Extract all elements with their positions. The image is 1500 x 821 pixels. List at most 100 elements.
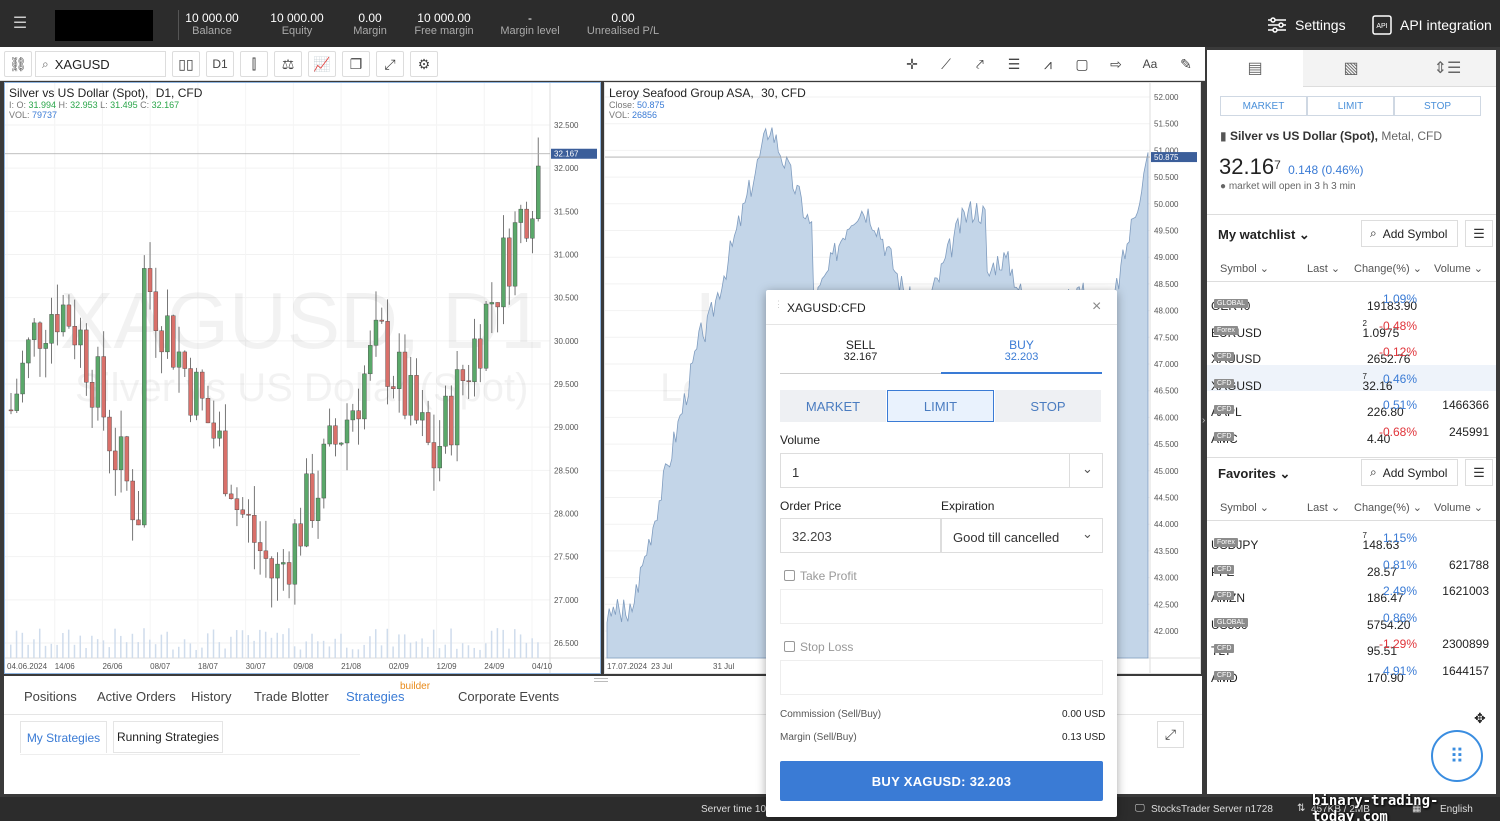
col-change[interactable]: Change(%) ⌄ [1354, 262, 1422, 275]
watchlist-dropdown[interactable]: My watchlist ⌄ [1218, 227, 1310, 243]
order-price-input[interactable]: 32.203 [780, 518, 941, 553]
list-item[interactable]: PFECFD28.570.81%621788 [1207, 551, 1496, 579]
y-tick-label: 32.000 [554, 164, 579, 173]
buy-submit-button[interactable]: BUY XAGUSD: 32.203 [780, 761, 1103, 801]
list-item[interactable]: EURUSDForex1.09752-0.48% [1207, 312, 1496, 340]
list-item[interactable]: AMDCFD170.904.91%1644157 [1207, 657, 1496, 685]
sell-side-button[interactable]: SELL 32.167 [780, 339, 941, 374]
y-tick-label: 43.000 [1154, 574, 1179, 583]
volume-value: 1 [792, 465, 800, 480]
sort-list-tab[interactable]: ⇕☰ [1399, 50, 1496, 87]
candlestick-chart[interactable]: 32.500 32.000 31.500 31.000 30.500 30.000 29.5… [5, 83, 600, 673]
symbol-search-input[interactable]: ⌕ XAGUSD [35, 51, 166, 77]
order-type-limit[interactable]: LIMIT [1307, 96, 1394, 116]
col-last[interactable]: Last ⌄ [1307, 501, 1340, 514]
watermark-symbol: XAGUSD, D1 [60, 276, 545, 365]
timeframe-button[interactable]: D1 [206, 51, 234, 77]
list-item[interactable]: GER40GLOBAL19183.901.09% [1207, 285, 1496, 313]
text-tool-button[interactable]: Aa [1136, 51, 1164, 77]
rectangle-icon[interactable]: ▢ [1068, 51, 1096, 77]
subtab-running-strategies[interactable]: Running Strategies [113, 721, 223, 753]
close-icon[interactable]: × [1092, 298, 1101, 316]
volume-bar [102, 640, 105, 658]
take-profit-input[interactable] [780, 589, 1103, 624]
add-symbol-button[interactable]: ⌕ Add Symbol [1361, 220, 1458, 247]
drag-handle-icon[interactable]: ⋮ [774, 299, 783, 310]
link-icon[interactable]: ⛓ [4, 51, 32, 77]
wave-icon[interactable]: ⩘ [1034, 51, 1062, 77]
expand-icon[interactable]: ⤢ [1157, 721, 1184, 748]
favorites-menu-icon[interactable]: ☰ [1465, 459, 1493, 486]
list-item[interactable]: USDJPYForex148.6371.15% [1207, 524, 1496, 552]
tab-trade-blotter[interactable]: Trade Blotter [254, 689, 329, 704]
trendline-icon[interactable]: ⟋ [932, 51, 960, 77]
order-type-limit[interactable]: LIMIT [887, 390, 994, 422]
tab-strategies[interactable]: Strategies [346, 689, 405, 704]
crosshair-icon[interactable]: ✛ [898, 51, 926, 77]
order-type-stop[interactable]: STOP [1394, 96, 1481, 116]
apps-grid-button[interactable]: ⠿ [1431, 730, 1483, 782]
volume-bar [328, 646, 331, 658]
col-symbol[interactable]: Symbol ⌄ [1220, 501, 1269, 514]
templates-icon[interactable]: ❐ [342, 51, 370, 77]
tab-history[interactable]: History [191, 689, 231, 704]
buy-side-button[interactable]: BUY 32.203 [941, 339, 1102, 374]
take-profit-checkbox[interactable] [784, 570, 795, 581]
order-type-market[interactable]: MARKET [780, 390, 886, 422]
volume-bar [27, 644, 29, 658]
expiration-select[interactable]: Good till cancelled ⌄ [941, 518, 1103, 553]
hamburger-icon[interactable]: ☰ [8, 14, 32, 34]
list-item[interactable]: TLTCFD95.51-1.29%2300899 [1207, 630, 1496, 658]
watchlist-menu-icon[interactable]: ☰ [1465, 220, 1493, 247]
favorites-dropdown[interactable]: Favorites ⌄ [1218, 466, 1290, 482]
order-type-stop[interactable]: STOP [995, 390, 1101, 422]
list-item[interactable]: XAUUSD CFD 2652.76 -0.12% [1207, 338, 1496, 366]
col-change[interactable]: Change(%) ⌄ [1354, 501, 1422, 514]
subtab-my-strategies[interactable]: My Strategies [20, 721, 107, 753]
api-integration-button[interactable]: API API integration [1372, 14, 1492, 36]
x-tick-label: 02/09 [389, 662, 410, 671]
compare-icon[interactable]: ⚖ [274, 51, 302, 77]
document-icon: ▤ [1247, 59, 1263, 77]
unrealised-pl-value: 0.00 [611, 11, 635, 25]
divider [165, 10, 179, 40]
list-item[interactable]: AMCCFD4.40-0.68%245991 [1207, 418, 1496, 446]
order-panel-tab[interactable]: ▤ [1207, 50, 1303, 87]
resize-handle[interactable] [594, 678, 608, 682]
move-icon[interactable]: ✥ [1474, 710, 1486, 727]
add-symbol-button[interactable]: ⌕ Add Symbol [1361, 459, 1458, 486]
list-item[interactable]: AAPLCFD226.800.51%1466366 [1207, 391, 1496, 419]
tab-positions[interactable]: Positions [24, 689, 77, 704]
ray-icon[interactable]: ⤤ [966, 51, 994, 77]
horizontal-lines-icon[interactable]: ☰ [1000, 51, 1028, 77]
stop-loss-checkbox[interactable] [784, 641, 795, 652]
market-note: ● market will open in 3 h 3 min [1220, 181, 1356, 192]
chart-trade-tab[interactable]: ▧ [1303, 50, 1399, 87]
chevron-down-icon[interactable]: ⌄ [1082, 461, 1093, 477]
fullscreen-icon[interactable]: ⤢ [376, 51, 404, 77]
tab-corporate-events[interactable]: Corporate Events [458, 689, 559, 704]
arrow-icon[interactable]: ⇨ [1102, 51, 1130, 77]
order-type-market[interactable]: MARKET [1220, 96, 1307, 116]
stop-loss-input[interactable] [780, 660, 1103, 695]
col-symbol[interactable]: Symbol ⌄ [1220, 262, 1269, 275]
col-volume[interactable]: Volume ⌄ [1434, 262, 1483, 275]
y-tick-label: 31.500 [554, 207, 579, 216]
list-item[interactable]: AMZNCFD186.472.49%1621003 [1207, 577, 1496, 605]
indicators-icon[interactable]: 📈 [308, 51, 336, 77]
list-item[interactable]: XAGUSD CFD 32.16 7 0.46% [1207, 364, 1496, 393]
tab-active-orders[interactable]: Active Orders [97, 689, 176, 704]
settings-button[interactable]: Settings [1267, 14, 1346, 36]
list-item[interactable]: US500GLOBAL5754.200.86% [1207, 604, 1496, 632]
gear-icon[interactable]: ⚙ [410, 51, 438, 77]
chart-xagusd[interactable]: 32.500 32.000 31.500 31.000 30.500 30.000 29.5… [4, 82, 601, 674]
panel-resize-handle[interactable]: › [1202, 415, 1205, 426]
candlestick-icon[interactable]: ⫿ [240, 51, 268, 77]
col-last[interactable]: Last ⌄ [1307, 262, 1340, 275]
col-volume[interactable]: Volume ⌄ [1434, 501, 1483, 514]
symbol-value: XAGUSD [54, 56, 110, 72]
layout-icon[interactable]: ▯▯ [172, 51, 200, 77]
brush-icon[interactable]: ✎ [1172, 51, 1200, 77]
candle-body [153, 291, 159, 331]
volume-field[interactable]: 1 ⌄ [780, 453, 1103, 488]
